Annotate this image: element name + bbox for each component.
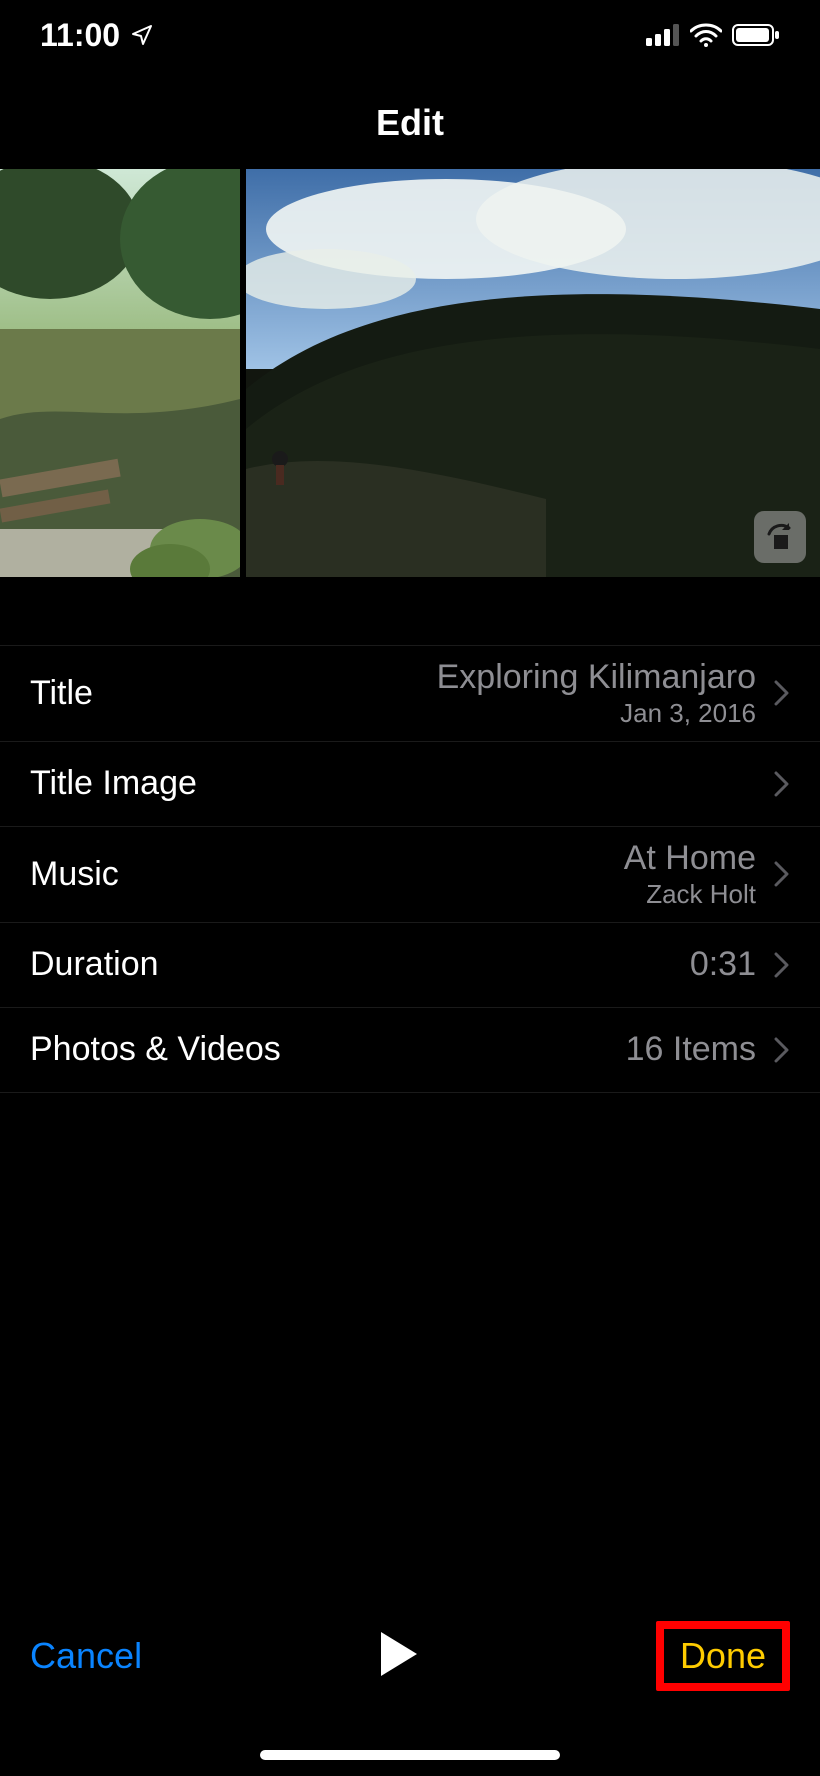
row-music-label: Music bbox=[30, 855, 119, 894]
done-button[interactable]: Done bbox=[680, 1635, 766, 1676]
page-title: Edit bbox=[376, 102, 444, 144]
memory-preview[interactable] bbox=[0, 169, 820, 577]
header: Edit bbox=[0, 88, 820, 158]
row-music-value: At Home Zack Holt bbox=[119, 839, 774, 910]
wifi-icon bbox=[690, 23, 722, 47]
chevron-right-icon bbox=[774, 861, 790, 887]
row-duration-label: Duration bbox=[30, 945, 159, 984]
play-icon bbox=[377, 1630, 421, 1678]
chevron-right-icon bbox=[774, 771, 790, 797]
chevron-right-icon bbox=[774, 1037, 790, 1063]
status-time: 11:00 bbox=[40, 17, 120, 54]
thumbnail-1 bbox=[0, 169, 240, 577]
location-icon bbox=[130, 23, 154, 47]
status-right bbox=[646, 23, 780, 47]
row-duration[interactable]: Duration 0:31 bbox=[0, 923, 820, 1008]
row-photos-videos-value: 16 Items bbox=[281, 1030, 774, 1069]
chevron-right-icon bbox=[774, 680, 790, 706]
row-title-image-label: Title Image bbox=[30, 764, 197, 803]
settings-list: Title Exploring Kilimanjaro Jan 3, 2016 … bbox=[0, 645, 820, 1093]
row-duration-value: 0:31 bbox=[159, 945, 774, 984]
row-title-value: Exploring Kilimanjaro Jan 3, 2016 bbox=[93, 658, 774, 729]
rotate-button[interactable] bbox=[754, 511, 806, 563]
play-button[interactable] bbox=[377, 1630, 421, 1683]
row-title[interactable]: Title Exploring Kilimanjaro Jan 3, 2016 bbox=[0, 646, 820, 742]
cancel-button[interactable]: Cancel bbox=[30, 1635, 142, 1677]
row-photos-videos[interactable]: Photos & Videos 16 Items bbox=[0, 1008, 820, 1093]
status-left: 11:00 bbox=[40, 17, 154, 54]
row-title-image[interactable]: Title Image bbox=[0, 742, 820, 827]
toolbar: Cancel Done bbox=[0, 1596, 820, 1716]
row-title-label: Title bbox=[30, 674, 93, 713]
thumbnail-2 bbox=[246, 169, 820, 577]
cell-signal-icon bbox=[646, 24, 680, 46]
chevron-right-icon bbox=[774, 952, 790, 978]
home-indicator[interactable] bbox=[260, 1750, 560, 1760]
row-photos-videos-label: Photos & Videos bbox=[30, 1030, 281, 1069]
row-music[interactable]: Music At Home Zack Holt bbox=[0, 827, 820, 923]
done-highlight: Done bbox=[656, 1621, 790, 1691]
status-bar: 11:00 bbox=[0, 0, 820, 70]
battery-icon bbox=[732, 23, 780, 47]
